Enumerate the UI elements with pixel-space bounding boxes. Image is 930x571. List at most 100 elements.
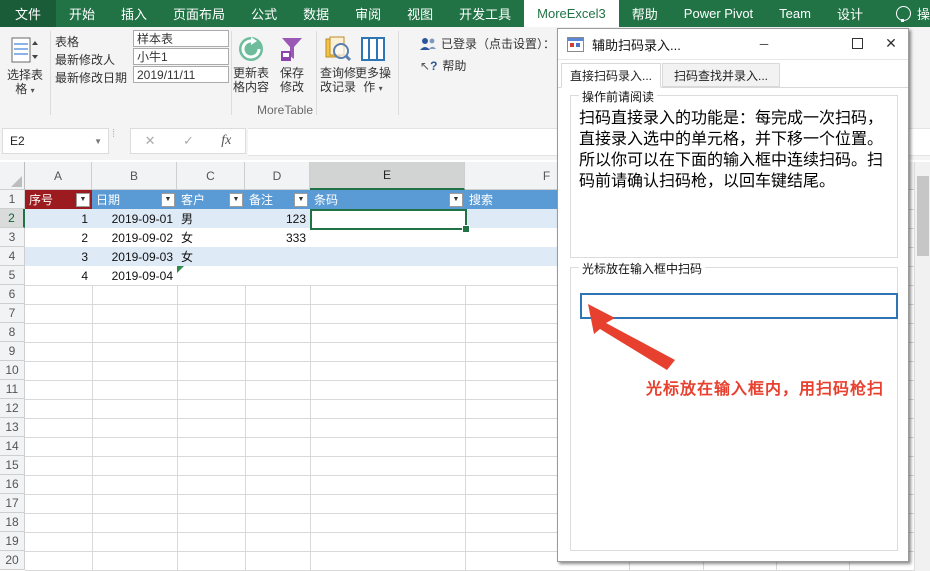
cell[interactable] <box>310 532 466 552</box>
login-settings-button[interactable]: 已登录（点击设置）： <box>420 35 555 52</box>
row-header-10[interactable]: 10 <box>0 361 25 380</box>
scrollbar-thumb[interactable] <box>917 176 929 256</box>
cell[interactable]: 4 <box>25 266 93 286</box>
cell[interactable] <box>25 513 93 533</box>
cell[interactable]: 女 <box>177 247 246 267</box>
fill-handle[interactable] <box>462 225 470 233</box>
ribbon-tab-开发工具[interactable]: 开发工具 <box>446 0 524 27</box>
field-input-moddate[interactable] <box>133 66 229 83</box>
cell[interactable] <box>177 456 246 476</box>
cell[interactable] <box>310 475 466 495</box>
row-header-20[interactable]: 20 <box>0 551 25 570</box>
field-input-table[interactable] <box>133 30 229 47</box>
filter-dropdown-icon[interactable]: ▼ <box>161 193 175 207</box>
cell[interactable]: 333 <box>245 228 311 248</box>
cell[interactable] <box>245 551 311 571</box>
row-header-12[interactable]: 12 <box>0 399 25 418</box>
ribbon-tab-帮助[interactable]: 帮助 <box>619 0 671 27</box>
row-header-6[interactable]: 6 <box>0 285 25 304</box>
ribbon-tab-Team[interactable]: Team <box>766 0 824 27</box>
cell[interactable]: 2019-09-01 <box>92 209 178 229</box>
cell[interactable] <box>25 494 93 514</box>
ribbon-tab-Power Pivot[interactable]: Power Pivot <box>671 0 766 27</box>
cell[interactable] <box>177 437 246 457</box>
cell[interactable]: 123 <box>245 209 311 229</box>
ribbon-tab-MoreExcel3[interactable]: MoreExcel3 <box>524 0 619 27</box>
cell[interactable]: 条码▼ <box>310 190 466 210</box>
row-header-13[interactable]: 13 <box>0 418 25 437</box>
col-header-B[interactable]: B <box>92 162 177 190</box>
confirm-entry-icon[interactable]: ✓ <box>183 133 194 149</box>
col-header-D[interactable]: D <box>245 162 310 190</box>
cell[interactable] <box>310 551 466 571</box>
row-header-4[interactable]: 4 <box>0 247 25 266</box>
cell[interactable] <box>177 532 246 552</box>
cell[interactable]: 日期▼ <box>92 190 178 210</box>
select-all-corner[interactable] <box>0 162 25 190</box>
row-header-5[interactable]: 5 <box>0 266 25 285</box>
cell[interactable] <box>310 285 466 305</box>
cell[interactable] <box>92 380 178 400</box>
cell[interactable] <box>310 494 466 514</box>
cell[interactable] <box>92 437 178 457</box>
cell[interactable]: 3 <box>25 247 93 267</box>
cell[interactable] <box>92 475 178 495</box>
cell[interactable] <box>177 513 246 533</box>
row-header-7[interactable]: 7 <box>0 304 25 323</box>
filter-dropdown-icon[interactable]: ▼ <box>76 193 90 207</box>
cell[interactable] <box>245 418 311 438</box>
filter-dropdown-icon[interactable]: ▼ <box>229 193 243 207</box>
row-header-17[interactable]: 17 <box>0 494 25 513</box>
ribbon-tab-数据[interactable]: 数据 <box>290 0 342 27</box>
cell[interactable] <box>245 380 311 400</box>
cell[interactable] <box>92 323 178 343</box>
row-header-14[interactable]: 14 <box>0 437 25 456</box>
row-header-1[interactable]: 1 <box>0 190 25 209</box>
cell[interactable] <box>245 266 311 286</box>
cell[interactable] <box>310 437 466 457</box>
tell-me-box[interactable]: 操 <box>896 0 930 27</box>
cell[interactable] <box>310 247 466 267</box>
col-header-A[interactable]: A <box>25 162 92 190</box>
cell[interactable] <box>92 532 178 552</box>
cell[interactable] <box>177 399 246 419</box>
row-header-16[interactable]: 16 <box>0 475 25 494</box>
cell[interactable] <box>177 551 246 571</box>
cell[interactable] <box>92 456 178 476</box>
cell[interactable]: 客户▼ <box>177 190 246 210</box>
insert-function-icon[interactable]: fx <box>221 133 231 149</box>
ribbon-tab-开始[interactable]: 开始 <box>56 0 108 27</box>
col-header-E[interactable]: E <box>310 162 465 190</box>
cell[interactable] <box>177 342 246 362</box>
cell[interactable]: 备注▼ <box>245 190 311 210</box>
selected-cell-E2[interactable] <box>310 209 467 230</box>
cell[interactable] <box>25 361 93 381</box>
filter-dropdown-icon[interactable]: ▼ <box>294 193 308 207</box>
ribbon-tab-插入[interactable]: 插入 <box>108 0 160 27</box>
cell[interactable] <box>92 304 178 324</box>
cell[interactable] <box>310 380 466 400</box>
cell[interactable] <box>92 551 178 571</box>
help-button[interactable]: ↖? 帮助 <box>420 57 466 74</box>
cell[interactable] <box>177 418 246 438</box>
minimize-button[interactable]: ─ <box>746 29 782 58</box>
cell[interactable]: 2019-09-04 <box>92 266 178 286</box>
cell[interactable] <box>25 532 93 552</box>
cell[interactable] <box>245 513 311 533</box>
cell[interactable] <box>245 342 311 362</box>
tab-scan-search[interactable]: 扫码查找并录入... <box>662 63 780 87</box>
row-header-9[interactable]: 9 <box>0 342 25 361</box>
cell[interactable] <box>25 475 93 495</box>
cell[interactable] <box>92 361 178 381</box>
cell[interactable]: 男 <box>177 209 246 229</box>
cancel-entry-icon[interactable]: ✕ <box>145 133 156 149</box>
row-header-15[interactable]: 15 <box>0 456 25 475</box>
cell[interactable] <box>25 304 93 324</box>
ribbon-tab-设计[interactable]: 设计 <box>824 0 876 27</box>
cell[interactable] <box>177 304 246 324</box>
cell[interactable] <box>177 380 246 400</box>
vertical-scrollbar[interactable] <box>914 162 930 571</box>
cell[interactable] <box>245 494 311 514</box>
cell[interactable] <box>310 323 466 343</box>
ribbon-tab-文件[interactable]: 文件 <box>0 0 56 27</box>
